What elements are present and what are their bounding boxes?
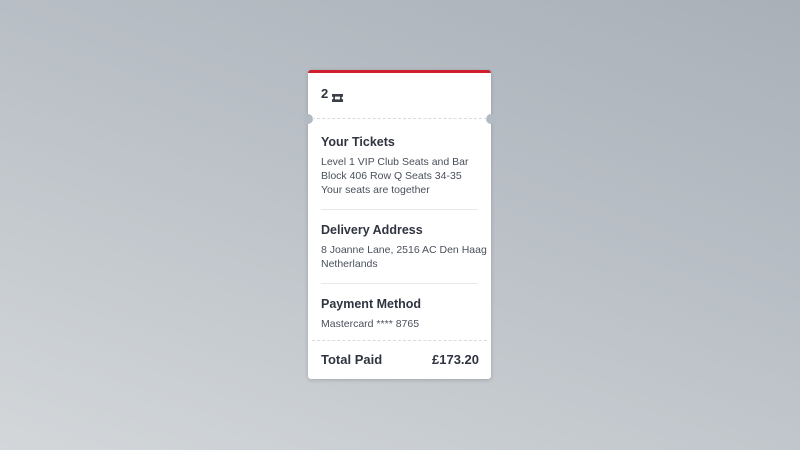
ticket-detail-line: Your seats are together <box>321 184 430 196</box>
ticket-count-value: 2 <box>321 86 329 101</box>
total-label: Total Paid <box>321 352 383 367</box>
payment-method-line: Mastercard **** 8765 <box>321 318 420 330</box>
right-notch <box>486 114 496 124</box>
order-ticket-card: 2 Your Tickets Level 1 VIP Club Seats an… <box>303 70 496 379</box>
perforation-top <box>312 118 487 119</box>
ticket-header: 2 <box>308 73 491 117</box>
payment-section: Payment Method Mastercard **** 8765 <box>321 297 479 331</box>
ticket-detail-line: Block 406 Row Q Seats 34-35 <box>321 170 462 182</box>
your-tickets-section: Your Tickets Level 1 VIP Club Seats and … <box>321 135 479 197</box>
ticket-count: 2 <box>321 86 344 102</box>
section-divider <box>321 283 478 284</box>
perforation-bottom <box>312 340 487 341</box>
total-amount: £173.20 <box>432 352 479 367</box>
payment-heading: Payment Method <box>321 297 422 311</box>
total-row: Total Paid £173.20 <box>321 352 479 367</box>
delivery-heading: Delivery Address <box>321 223 423 237</box>
delivery-section: Delivery Address 8 Joanne Lane, 2516 AC … <box>321 223 487 271</box>
delivery-address-line: Netherlands <box>321 258 378 270</box>
ticket-icon <box>332 90 344 102</box>
ticket-detail-line: Level 1 VIP Club Seats and Bar <box>321 156 469 168</box>
delivery-address-line: 8 Joanne Lane, 2516 AC Den Haag <box>321 244 487 256</box>
your-tickets-heading: Your Tickets <box>321 135 395 149</box>
left-notch <box>303 114 313 124</box>
section-divider <box>321 209 478 210</box>
